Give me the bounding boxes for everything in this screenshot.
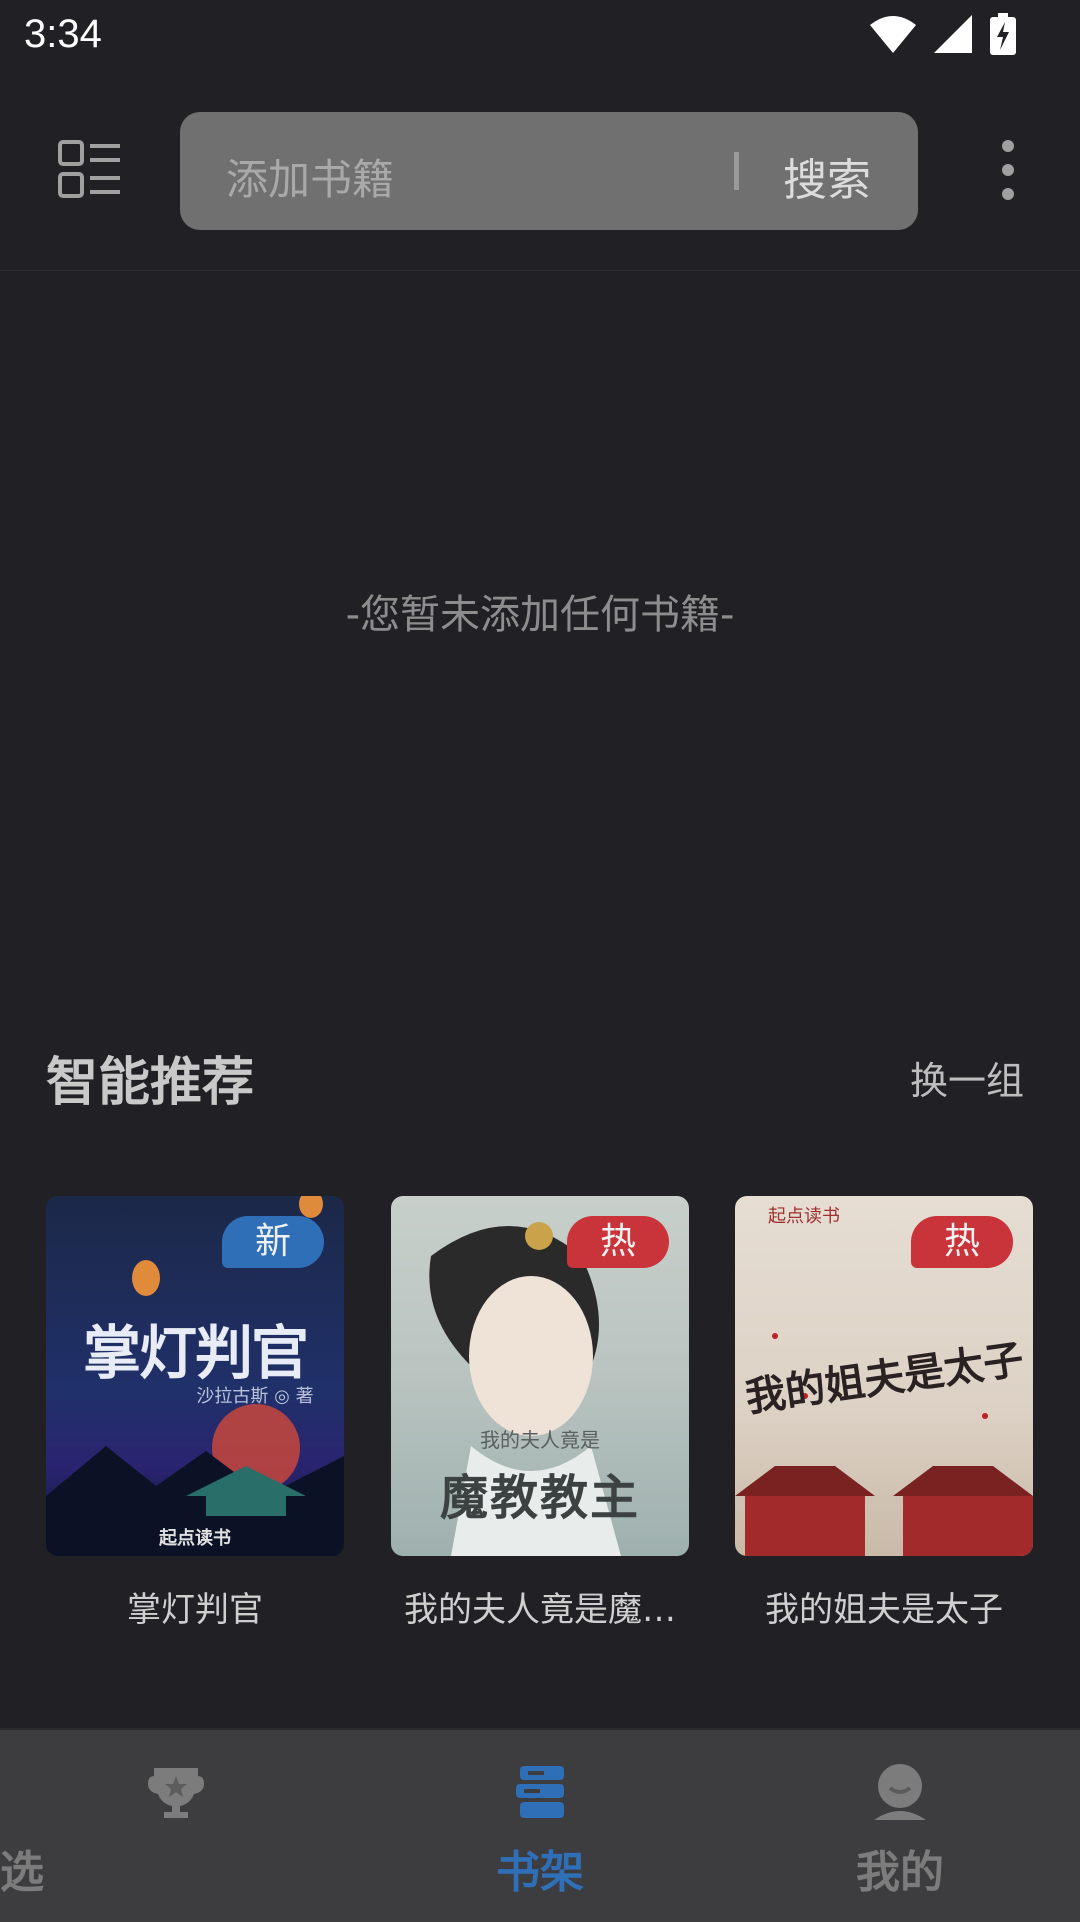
signal-icon	[934, 15, 972, 53]
status-time: 3:34	[24, 12, 102, 56]
nav-item-featured[interactable]: 精选	[0, 1730, 360, 1922]
book-cover[interactable]: 掌灯判官 沙拉古斯 ◎ 著 起点读书 新	[46, 1196, 344, 1556]
cover-title-text: 掌灯判官	[82, 1319, 309, 1387]
book-card[interactable]: 掌灯判官 沙拉古斯 ◎ 著 起点读书 新 掌灯判官	[46, 1196, 344, 1631]
search-button[interactable]: 搜索	[783, 144, 871, 208]
book-title[interactable]: 我的姐夫是太子	[719, 1582, 1049, 1631]
nav-item-bookshelf[interactable]: 书架	[360, 1730, 720, 1922]
cover-title-text: 魔教教主	[439, 1470, 640, 1526]
more-options-icon[interactable]	[992, 138, 1024, 202]
list-menu-icon[interactable]	[58, 138, 122, 202]
book-title[interactable]: 我的夫人竟是魔…	[375, 1582, 705, 1631]
status-icons	[870, 12, 1016, 56]
top-bar: 添加书籍 搜索	[0, 72, 1080, 271]
search-divider	[734, 152, 739, 190]
book-card[interactable]: 起点读书 我的姐夫是太子 热 我的姐夫是太子	[735, 1196, 1033, 1631]
profile-icon	[874, 1764, 926, 1820]
nav-label: 书架	[496, 1847, 584, 1898]
nav-item-profile[interactable]: 我的	[720, 1730, 1080, 1922]
recommend-title: 智能推荐	[46, 1052, 255, 1113]
bottom-navigation: 精选 书架 我的	[0, 1728, 1080, 1922]
search-box[interactable]: 添加书籍 搜索	[180, 112, 918, 230]
hot-badge: 热	[567, 1216, 669, 1268]
new-badge: 新	[222, 1216, 324, 1268]
status-bar: 3:34	[0, 0, 1080, 72]
book-card[interactable]: 我的夫人竟是 魔教教主 热 我的夫人竟是魔…	[391, 1196, 689, 1631]
refresh-recommend-button[interactable]: 换一组	[910, 1050, 1024, 1105]
wifi-icon	[870, 16, 916, 53]
nav-label: 精选	[0, 1847, 44, 1898]
nav-label: 我的	[856, 1847, 944, 1898]
cover-publisher-text: 起点读书	[159, 1528, 231, 1549]
search-input[interactable]: 添加书籍	[226, 146, 394, 207]
cover-author-text: 沙拉古斯 ◎ 著	[196, 1386, 314, 1407]
book-cover[interactable]: 起点读书 我的姐夫是太子 热	[735, 1196, 1033, 1556]
book-cover[interactable]: 我的夫人竟是 魔教教主 热	[391, 1196, 689, 1556]
bookshelf-icon	[516, 1766, 564, 1818]
cover-subtitle-text: 我的夫人竟是	[480, 1428, 600, 1452]
empty-shelf-message: -您暂未添加任何书籍-	[345, 592, 735, 638]
battery-charging-icon	[990, 13, 1016, 55]
book-title[interactable]: 掌灯判官	[30, 1582, 360, 1631]
trophy-icon	[148, 1768, 204, 1818]
hot-badge: 热	[911, 1216, 1013, 1268]
